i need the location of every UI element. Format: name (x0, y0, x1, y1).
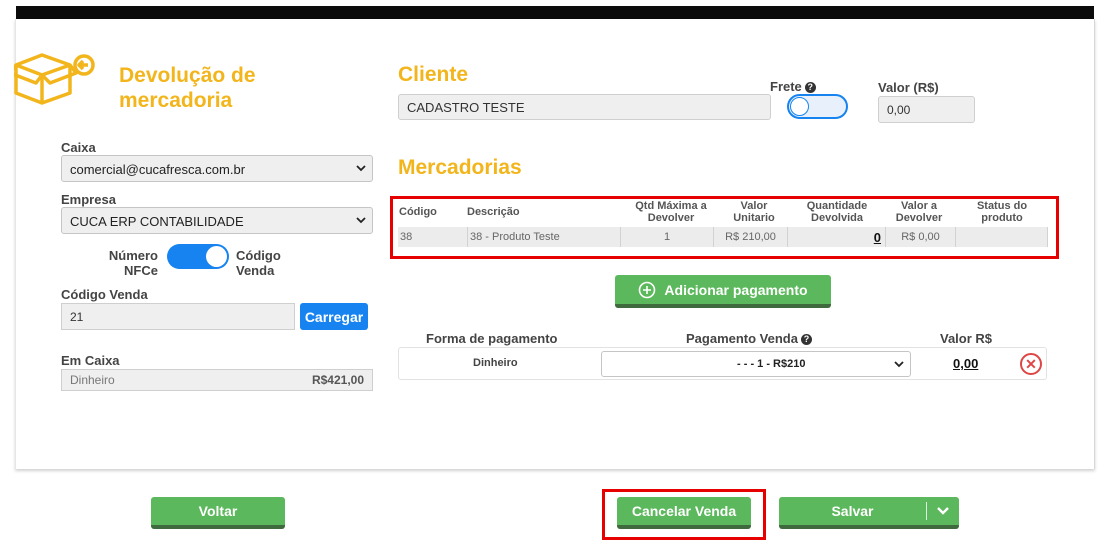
caixa-select-value: comercial@cucafresca.com.br (70, 162, 246, 177)
adicionar-pagamento-button[interactable]: Adicionar pagamento (615, 275, 831, 308)
valor-label: Valor (R$) (878, 80, 939, 95)
col-codigo: Código (399, 206, 437, 218)
col-qtd-max: Qtd Máxima a Devolver (635, 200, 707, 224)
toggle-knob (206, 246, 227, 267)
col-forma-pagamento: Forma de pagamento (426, 331, 558, 346)
pagamento-venda-select[interactable]: - - - 1 - R$210 (601, 351, 911, 377)
col-valor-devolver: Valor a Devolver (895, 200, 943, 224)
col-qtd-devolvida: Quantidade Devolvida (806, 200, 868, 224)
em-caixa-method: Dinheiro (70, 373, 115, 387)
empresa-select-value: CUCA ERP CONTABILIDADE (70, 214, 244, 229)
nfce-venda-toggle[interactable] (167, 244, 229, 269)
frete-label: Frete? (770, 79, 816, 94)
frete-toggle[interactable] (787, 94, 848, 119)
voltar-button[interactable]: Voltar (151, 497, 285, 529)
plus-circle-icon (639, 281, 656, 298)
salvar-label: Salvar (831, 503, 874, 519)
toggle-knob (790, 97, 809, 116)
page-title: Devolução de mercadoria (119, 64, 256, 112)
codigo-venda-label: Código Venda (61, 287, 148, 302)
box-return-icon (14, 53, 95, 105)
toggle-right-label: Código Venda (236, 248, 281, 278)
cell-descricao: 38 - Produto Teste (468, 227, 621, 247)
carregar-button[interactable]: Carregar (300, 303, 368, 330)
valor-pagamento-input[interactable]: 0,00 (953, 356, 978, 371)
empresa-label: Empresa (61, 192, 116, 207)
codigo-venda-input[interactable]: 21 (61, 303, 295, 330)
empresa-select[interactable]: CUCA ERP CONTABILIDADE (61, 207, 373, 234)
caixa-select[interactable]: comercial@cucafresca.com.br (61, 155, 373, 182)
col-descricao: Descrição (467, 206, 520, 218)
col-valor-pagamento: Valor R$ (940, 331, 993, 346)
cell-codigo: 38 (398, 227, 468, 247)
col-valor-unit: Valor Unitario (733, 200, 775, 224)
salvar-button[interactable]: Salvar (779, 497, 959, 529)
forma-pagamento-value: Dinheiro (473, 357, 518, 369)
toggle-left-label: Número NFCe (108, 248, 158, 278)
pagamento-venda-value: - - - 1 - R$210 (737, 358, 806, 370)
cell-valor-devolver: R$ 0,00 (886, 227, 956, 247)
cancelar-venda-button[interactable]: Cancelar Venda (617, 497, 751, 529)
em-caixa-label: Em Caixa (61, 353, 120, 368)
top-bar (16, 6, 1094, 19)
help-icon: ? (800, 334, 812, 345)
caixa-label: Caixa (61, 140, 96, 155)
chevron-down-icon[interactable] (927, 503, 959, 519)
mercadorias-title: Mercadorias (398, 156, 522, 179)
adicionar-pagamento-label: Adicionar pagamento (664, 281, 808, 298)
cell-valor-unit: R$ 210,00 (714, 227, 788, 247)
remove-pagamento-icon[interactable]: ✕ (1020, 353, 1042, 375)
cliente-input[interactable]: CADASTRO TESTE (398, 94, 771, 120)
cell-qtd-max: 1 (621, 227, 714, 247)
qtd-devolvida-input[interactable]: 0 (874, 230, 881, 245)
chevron-down-icon (894, 361, 904, 368)
chevron-down-icon (356, 217, 366, 224)
col-pagamento-venda: Pagamento Venda? (686, 331, 812, 346)
help-icon: ? (804, 82, 816, 93)
chevron-down-icon (356, 165, 366, 172)
cell-qtd-devolvida[interactable]: 0 (788, 227, 886, 247)
em-caixa-field: Dinheiro R$421,00 (61, 369, 373, 391)
em-caixa-amount: R$421,00 (311, 373, 364, 387)
cell-status (956, 227, 1048, 247)
split-divider (926, 502, 927, 520)
cliente-title: Cliente (398, 63, 469, 86)
col-status: Status do produto (976, 200, 1028, 224)
valor-input[interactable]: 0,00 (878, 96, 975, 123)
